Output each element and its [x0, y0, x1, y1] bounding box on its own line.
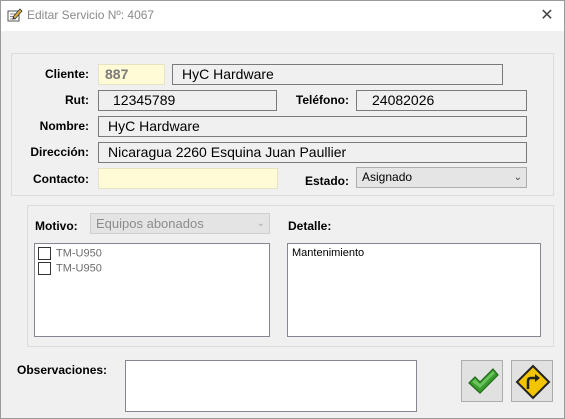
- nombre-field[interactable]: HyC Hardware: [98, 116, 527, 137]
- list-item[interactable]: TM-U950: [38, 247, 102, 261]
- checkmark-icon: [466, 366, 500, 401]
- motivo-items-list[interactable]: TM-U950 TM-U950: [34, 243, 270, 337]
- checkbox[interactable]: [38, 262, 51, 275]
- contacto-field[interactable]: [98, 168, 278, 189]
- detalle-label: Detalle:: [288, 219, 332, 233]
- pencil-form-icon: [7, 7, 23, 23]
- direccion-label: Dirección:: [30, 145, 89, 159]
- motivo-label: Motivo:: [35, 219, 78, 233]
- telefono-label: Teléfono:: [295, 93, 349, 107]
- contacto-label: Contacto:: [33, 172, 89, 186]
- rut-field[interactable]: 12345789: [98, 90, 277, 111]
- cliente-label: Cliente:: [44, 67, 89, 81]
- accept-button[interactable]: [461, 360, 503, 402]
- observaciones-label: Observaciones:: [17, 363, 108, 377]
- title-bar: Editar Servicio Nº: 4067 ✕: [1, 1, 564, 31]
- chevron-down-icon: ⌄: [256, 218, 265, 229]
- edit-service-window: Editar Servicio Nº: 4067 ✕ Cliente: 887 …: [0, 0, 565, 419]
- close-icon[interactable]: ✕: [538, 7, 556, 25]
- cancel-button[interactable]: [511, 360, 553, 402]
- cliente-code-field[interactable]: 887: [98, 64, 165, 85]
- telefono-field[interactable]: 24082026: [356, 90, 527, 111]
- rut-label: Rut:: [65, 93, 89, 107]
- direccion-field[interactable]: Nicaragua 2260 Esquina Juan Paullier: [98, 142, 527, 163]
- checkbox[interactable]: [38, 247, 51, 260]
- turn-right-sign-icon: [515, 364, 551, 403]
- estado-selected: Asignado: [362, 170, 413, 184]
- estado-select[interactable]: Asignado ⌄: [356, 167, 527, 188]
- motivo-selected: Equipos abonados: [96, 216, 204, 231]
- observaciones-textarea[interactable]: [125, 360, 417, 412]
- list-item-label: TM-U950: [56, 247, 102, 260]
- estado-label: Estado:: [304, 174, 349, 188]
- cliente-name-field[interactable]: HyC Hardware: [172, 64, 503, 85]
- list-item-label: TM-U950: [56, 262, 102, 275]
- window-title: Editar Servicio Nº: 4067: [27, 8, 155, 22]
- chevron-down-icon: ⌄: [513, 172, 522, 183]
- motivo-select[interactable]: Equipos abonados ⌄: [90, 213, 270, 234]
- list-item[interactable]: TM-U950: [38, 262, 102, 276]
- nombre-label: Nombre:: [39, 119, 89, 133]
- detalle-textarea[interactable]: Mantenimiento: [287, 243, 541, 337]
